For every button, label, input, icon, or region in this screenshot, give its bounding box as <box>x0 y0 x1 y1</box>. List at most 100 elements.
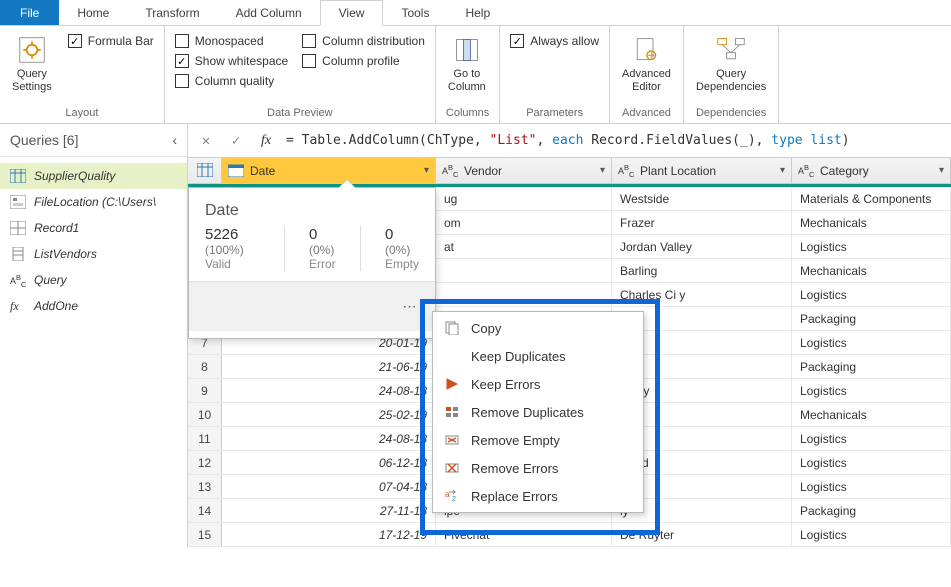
fx-icon[interactable]: fx <box>256 131 276 151</box>
keep-errors-icon <box>443 376 461 392</box>
cell-category[interactable]: Logistics <box>792 523 951 546</box>
query-item-listvendors[interactable]: ListVendors <box>0 241 187 267</box>
column-header-date[interactable]: Date ▾ <box>222 158 436 183</box>
column-distribution-checkbox[interactable]: Column distribution <box>302 34 425 48</box>
query-item-filelocation[interactable]: FileLocation (C:\Users\ <box>0 189 187 215</box>
menu-transform[interactable]: Transform <box>127 0 217 25</box>
menu-remove-errors[interactable]: Remove Errors <box>435 454 641 482</box>
cell-date[interactable]: 06-12-18 <box>222 451 436 474</box>
cell-plant[interactable]: Barling <box>612 259 792 282</box>
chevron-down-icon[interactable]: ▾ <box>780 165 785 176</box>
record-icon <box>10 221 26 235</box>
text-type-icon: ABC <box>442 163 460 179</box>
cell-date[interactable]: 07-04-18 <box>222 475 436 498</box>
column-profile-checkbox[interactable]: Column profile <box>302 54 425 68</box>
cell-category[interactable]: Materials & Components <box>792 187 951 210</box>
cell-plant[interactable]: Frazer <box>612 211 792 234</box>
chevron-down-icon[interactable]: ▾ <box>939 165 944 176</box>
menu-add-column[interactable]: Add Column <box>218 0 320 25</box>
column-header-vendor[interactable]: ABC Vendor ▾ <box>436 158 612 183</box>
menu-view[interactable]: View <box>320 0 384 26</box>
menu-file[interactable]: File <box>0 0 59 25</box>
cell-date[interactable]: 17-12-19 <box>222 523 436 546</box>
cell-category[interactable]: Packaging <box>792 499 951 522</box>
cell-date[interactable]: 24-08-18 <box>222 427 436 450</box>
cell-category[interactable]: Logistics <box>792 475 951 498</box>
cell-category[interactable]: Logistics <box>792 451 951 474</box>
ribbon-group-layout: Query Settings ✓Formula Bar Layout <box>0 26 165 123</box>
cell-vendor[interactable]: at <box>436 235 612 258</box>
formula-bar-checkbox[interactable]: ✓Formula Bar <box>68 34 154 48</box>
cell-date[interactable]: 27-11-18 <box>222 499 436 522</box>
cancel-formula-icon[interactable]: ✕ <box>196 131 216 151</box>
cell-category[interactable]: Mechanicals <box>792 259 951 282</box>
cell-vendor[interactable] <box>436 259 612 282</box>
row-index: 14 <box>188 499 222 522</box>
grid-corner[interactable] <box>188 158 222 183</box>
ribbon-group-columns: Go to Column Columns <box>436 26 500 123</box>
cell-category[interactable]: Logistics <box>792 235 951 258</box>
menu-keep-errors[interactable]: Keep Errors <box>435 370 641 398</box>
list-icon <box>10 247 26 261</box>
row-index: 12 <box>188 451 222 474</box>
menu-keep-duplicates[interactable]: Keep Duplicates <box>435 342 641 370</box>
cell-category[interactable]: Mechanicals <box>792 403 951 426</box>
cell-vendor[interactable] <box>436 283 612 306</box>
cell-category[interactable]: Packaging <box>792 355 951 378</box>
row-index: 13 <box>188 475 222 498</box>
cell-date[interactable]: 24-08-18 <box>222 379 436 402</box>
cell-category[interactable]: Logistics <box>792 427 951 450</box>
cell-plant[interactable]: Westside <box>612 187 792 210</box>
text-type-icon: ABC <box>798 163 816 179</box>
query-settings-button[interactable]: Query Settings <box>10 30 54 98</box>
cell-category[interactable]: Mechanicals <box>792 211 951 234</box>
accept-formula-icon[interactable]: ✓ <box>226 131 246 151</box>
cell-vendor[interactable]: om <box>436 211 612 234</box>
collapse-panel-icon[interactable]: ‹ <box>172 132 177 148</box>
column-header-category[interactable]: ABC Category ▾ <box>792 158 951 183</box>
cell-plant[interactable]: Charles Ci y <box>612 283 792 306</box>
query-item-record1[interactable]: Record1 <box>0 215 187 241</box>
always-allow-checkbox[interactable]: ✓Always allow <box>510 34 599 48</box>
cell-vendor[interactable]: Fivechat <box>436 523 612 546</box>
menu-remove-duplicates[interactable]: Remove Duplicates <box>435 398 641 426</box>
cell-plant[interactable]: Jordan Valley <box>612 235 792 258</box>
cell-date[interactable]: 25-02-19 <box>222 403 436 426</box>
monospaced-checkbox[interactable]: Monospaced <box>175 34 288 48</box>
remove-empty-icon <box>443 432 461 448</box>
chevron-down-icon[interactable]: ▾ <box>600 165 605 176</box>
cell-category[interactable]: Logistics <box>792 379 951 402</box>
dependencies-icon <box>715 34 747 66</box>
menu-help[interactable]: Help <box>447 0 508 25</box>
query-item-supplierquality[interactable]: SupplierQuality <box>0 163 187 189</box>
cell-plant[interactable]: De Ruyter <box>612 523 792 546</box>
table-row[interactable]: 1517-12-19FivechatDe RuyterLogistics <box>188 523 951 547</box>
chevron-down-icon[interactable]: ▾ <box>424 165 429 176</box>
query-item-addone[interactable]: fx AddOne <box>0 293 187 319</box>
query-dependencies-button[interactable]: Query Dependencies <box>694 30 768 98</box>
menu-tools[interactable]: Tools <box>383 0 447 25</box>
ribbon-label-dependencies: Dependencies <box>694 105 768 123</box>
column-header-plant-location[interactable]: ABC Plant Location ▾ <box>612 158 792 183</box>
menu-replace-errors[interactable]: a2 Replace Errors <box>435 482 641 510</box>
cell-vendor[interactable]: ug <box>436 187 612 210</box>
goto-column-button[interactable]: Go to Column <box>446 30 488 98</box>
queries-title: Queries <box>10 132 59 148</box>
copy-icon <box>443 320 461 336</box>
show-whitespace-checkbox[interactable]: ✓Show whitespace <box>175 54 288 68</box>
queries-list: SupplierQuality FileLocation (C:\Users\ … <box>0 157 187 325</box>
more-options-button[interactable]: ⋯ <box>399 298 421 316</box>
column-quality-checkbox[interactable]: Column quality <box>175 74 288 88</box>
advanced-editor-button[interactable]: Advanced Editor <box>620 30 673 98</box>
cell-date[interactable]: 21-06-19 <box>222 355 436 378</box>
cell-category[interactable]: Logistics <box>792 331 951 354</box>
formula-input[interactable]: = Table.AddColumn(ChType, "List", each R… <box>286 133 943 148</box>
menu-remove-empty[interactable]: Remove Empty <box>435 426 641 454</box>
menu-home[interactable]: Home <box>59 0 127 25</box>
cell-category[interactable]: Logistics <box>792 283 951 306</box>
advanced-editor-icon <box>630 34 662 66</box>
ribbon-group-dependencies: Query Dependencies Dependencies <box>684 26 779 123</box>
menu-copy[interactable]: Copy <box>435 314 641 342</box>
query-item-query[interactable]: ABC Query <box>0 267 187 293</box>
cell-category[interactable]: Packaging <box>792 307 951 330</box>
